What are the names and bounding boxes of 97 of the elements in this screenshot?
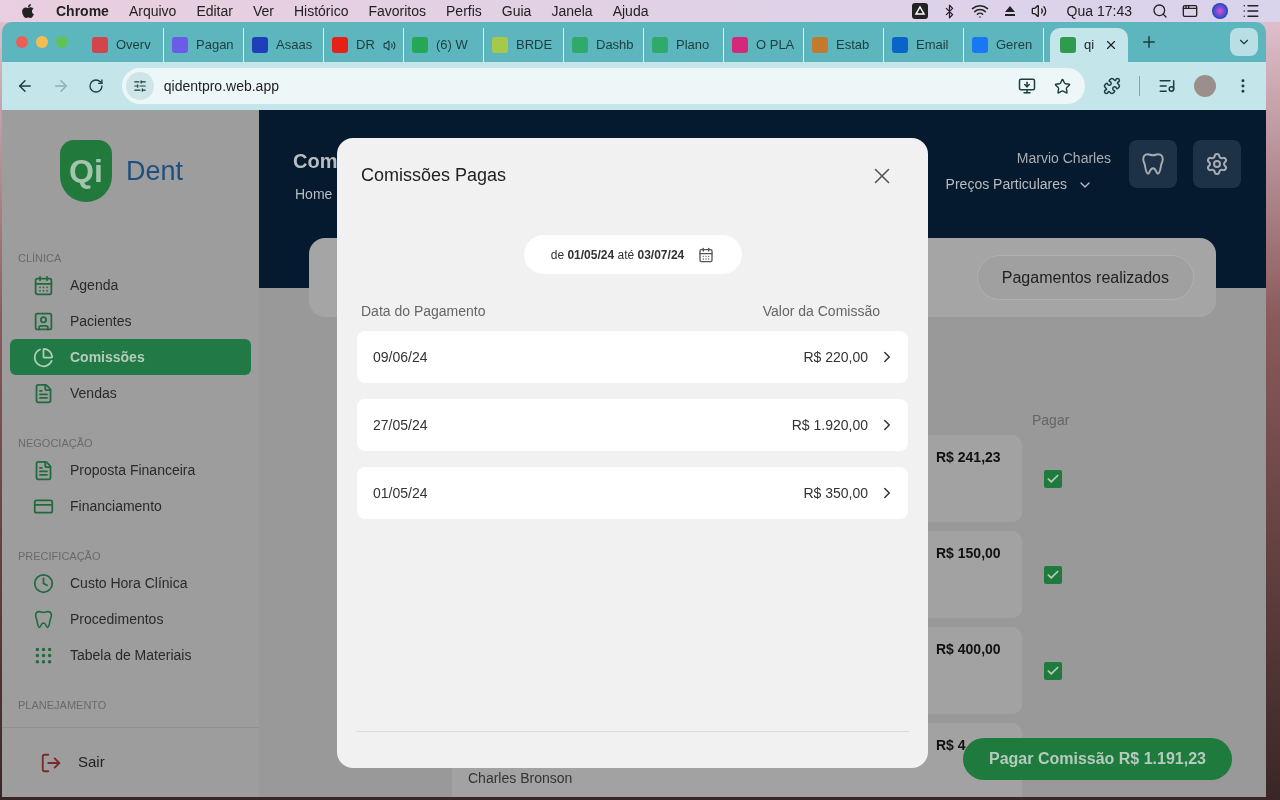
sidebar-item[interactable]: Tabela de Materiais (10, 637, 251, 673)
control-center-icon[interactable] (1182, 3, 1198, 19)
clock-text[interactable]: Qua 17:43 (1066, 0, 1132, 22)
tab-title: Asaas (276, 36, 313, 55)
calendar-icon (33, 274, 54, 296)
sidebar-item[interactable]: Agenda (10, 267, 251, 303)
tab-title: Email (916, 36, 949, 55)
menu-item[interactable]: Histórico (293, 0, 349, 22)
contact-card-icon (33, 310, 54, 332)
payments-made-button[interactable]: Pagamentos realizados (976, 255, 1194, 300)
commission-value: R$ 350,00 (803, 483, 868, 503)
site-info-icon[interactable] (132, 79, 147, 93)
drive-icon[interactable] (911, 3, 928, 19)
payment-row[interactable]: 01/05/24 R$ 350,00 (357, 467, 908, 519)
browser-tab[interactable]: qi (1050, 28, 1128, 62)
siri-icon[interactable] (1212, 3, 1228, 19)
patient-name: Charles Bronson (468, 769, 573, 787)
logout-button[interactable]: Sair (2, 751, 105, 774)
column-header: Data do Pagamento (361, 302, 486, 321)
settings-icon (1205, 152, 1229, 176)
commission-amount: R$ 400,00 (936, 640, 1002, 659)
date-range-field[interactable]: de 01/05/24 até 03/07/24 (523, 235, 742, 274)
settings-button[interactable] (1193, 140, 1241, 188)
payment-date: 01/05/24 (373, 483, 428, 503)
sidebar-item[interactable]: Comissões (10, 339, 251, 375)
tab-title: DR (356, 36, 375, 55)
commission-value: R$ 220,00 (803, 347, 868, 367)
apple-icon[interactable] (20, 3, 36, 19)
commission-value: R$ 1.920,00 (791, 415, 868, 435)
sidebar-item[interactable]: Procedimentos (10, 601, 251, 637)
list-icon[interactable] (1242, 2, 1260, 20)
menu-item[interactable]: Guia (501, 0, 532, 22)
volume-icon[interactable] (1030, 3, 1047, 19)
tab-title: Plano (676, 36, 710, 55)
tab-title: Pagan (196, 36, 234, 55)
calendar-icon (698, 246, 715, 263)
menu-item[interactable]: Arquivo (128, 0, 177, 22)
wifi-icon[interactable] (970, 2, 989, 20)
sidebar-item[interactable]: Custo Hora Clínica (10, 565, 251, 601)
modal-title: Comissões Pagas (361, 164, 507, 187)
reload-icon[interactable] (87, 78, 104, 94)
pie-chart-icon (33, 346, 54, 368)
eject-icon[interactable] (1002, 4, 1017, 18)
bookmark-star-icon[interactable] (1054, 77, 1072, 95)
tooth-icon (33, 608, 54, 630)
price-table-dropdown[interactable]: Preços Particulares (945, 174, 1093, 195)
payment-row[interactable]: 27/05/24 R$ 1.920,00 (357, 399, 908, 451)
tab-title: BRDE (516, 36, 553, 55)
address-bar[interactable]: qidentpro.web.app (121, 68, 1086, 104)
user-name: Marvio Charles (1016, 149, 1111, 168)
breadcrumb-link[interactable]: Home (295, 184, 338, 205)
back-icon[interactable] (16, 77, 34, 95)
install-icon[interactable] (1018, 77, 1037, 95)
pay-checkbox[interactable] (1044, 565, 1062, 584)
payment-date: 09/06/24 (373, 347, 428, 367)
menu-item[interactable]: Perfis (446, 0, 482, 22)
menu-item[interactable]: Editar (196, 0, 233, 22)
payment-row[interactable]: 09/06/24 R$ 220,00 (357, 331, 908, 383)
tab-title: Estab (836, 36, 870, 55)
tab-title: Overv (116, 36, 151, 55)
menu-item[interactable]: Ver (252, 0, 274, 22)
clock-icon (33, 572, 54, 594)
menu-item[interactable]: Favoritos (368, 0, 426, 22)
menu-app-name[interactable]: Chrome (56, 0, 109, 22)
sidebar-item[interactable]: Financiamento (10, 488, 251, 524)
tab-title: (6) W (436, 36, 468, 55)
menu-item[interactable]: Ajuda (612, 0, 649, 22)
tooth-button[interactable] (1129, 140, 1177, 188)
logo-mark: Qi (60, 140, 112, 202)
date-range-text: de 01/05/24 até 03/07/24 (550, 246, 685, 264)
column-header: Valor da Comissão (762, 302, 880, 321)
extensions-icon[interactable] (1103, 77, 1122, 95)
new-tab-icon[interactable] (1140, 33, 1158, 51)
url-text: qidentpro.web.app (163, 76, 279, 96)
tab-title: Geren (996, 36, 1033, 55)
media-icon[interactable] (1158, 77, 1177, 95)
sidebar-item[interactable]: Proposta Financeira (10, 452, 251, 488)
tooth-icon (1140, 151, 1166, 177)
page-title: Com (293, 149, 338, 174)
pay-checkbox[interactable] (1044, 661, 1062, 680)
tab-title: Dashb (596, 36, 634, 55)
speaker-icon[interactable] (382, 38, 396, 52)
menu-item[interactable]: Janela (551, 0, 593, 22)
sidebar-item[interactable]: Pacientes (10, 303, 251, 339)
logout-icon (40, 751, 62, 774)
close-tab-icon[interactable] (1104, 38, 1118, 52)
sidebar-item[interactable]: Vendas (10, 375, 251, 411)
logo-name: Dent (126, 154, 184, 188)
pay-checkbox[interactable] (1044, 469, 1062, 488)
document-icon (33, 382, 54, 404)
document-icon (33, 459, 54, 481)
search-icon[interactable] (1152, 3, 1168, 19)
commission-amount: R$ 150,00 (936, 544, 1002, 563)
payment-date: 27/05/24 (373, 415, 428, 435)
tab-title: qi (1084, 36, 1095, 55)
tab-title: O PLA (756, 36, 795, 55)
commission-amount: R$ 241,23 (936, 448, 1002, 467)
